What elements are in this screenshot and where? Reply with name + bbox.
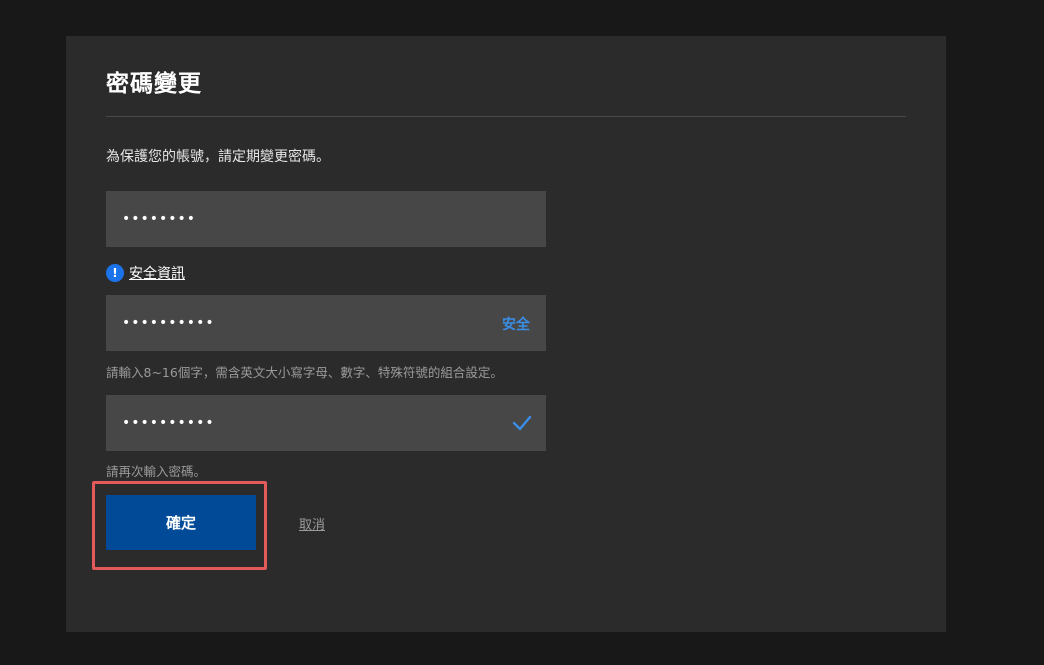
check-icon — [512, 415, 532, 431]
info-icon: ! — [106, 264, 124, 282]
page-title: 密碼變更 — [106, 71, 202, 97]
cancel-link[interactable]: 取消 — [299, 514, 325, 533]
confirm-password-field[interactable] — [106, 395, 546, 451]
current-password-field[interactable] — [106, 191, 546, 247]
new-password-input[interactable] — [106, 295, 546, 351]
title-divider — [106, 116, 906, 117]
intro-text: 為保護您的帳號，請定期變更密碼。 — [106, 149, 330, 165]
new-password-hint: 請輸入8~16個字，需含英文大小寫字母、數字、特殊符號的組合設定。 — [106, 365, 503, 380]
confirm-password-hint: 請再次輸入密碼。 — [106, 464, 207, 479]
security-info-link[interactable]: 安全資訊 — [129, 263, 185, 283]
confirm-password-input[interactable] — [106, 395, 546, 451]
new-password-field[interactable]: 安全 — [106, 295, 546, 351]
confirm-button[interactable]: 確定 — [106, 495, 256, 550]
password-strength-label: 安全 — [502, 317, 530, 333]
password-change-panel: 密碼變更 為保護您的帳號，請定期變更密碼。 ! 安全資訊 安全 請輸入8~16個… — [66, 36, 946, 632]
current-password-input[interactable] — [106, 191, 546, 247]
security-info-row: ! 安全資訊 — [106, 263, 185, 283]
